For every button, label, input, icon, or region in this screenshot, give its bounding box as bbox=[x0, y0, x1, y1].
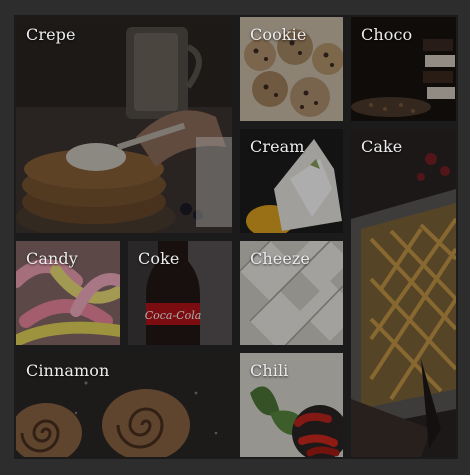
tile-overlay bbox=[351, 129, 456, 457]
tile-overlay bbox=[16, 17, 232, 233]
tile-choco[interactable]: Choco bbox=[351, 17, 456, 121]
tile-label: Chili bbox=[250, 361, 289, 380]
app-frame: Crepe Cookie Choco Cream Cake Candy Coca… bbox=[0, 0, 470, 475]
tile-label: Cream bbox=[250, 137, 305, 156]
tile-label: Cinnamon bbox=[26, 361, 110, 380]
tile-chili[interactable]: Chili bbox=[240, 353, 343, 457]
tile-cream[interactable]: Cream bbox=[240, 129, 343, 233]
tile-crepe[interactable]: Crepe bbox=[16, 17, 232, 233]
tile-label: Candy bbox=[26, 249, 78, 268]
tile-cinnamon[interactable]: Cinnamon bbox=[16, 353, 232, 457]
tile-label: Cake bbox=[361, 137, 403, 156]
tile-label: Choco bbox=[361, 25, 413, 44]
tile-cookie[interactable]: Cookie bbox=[240, 17, 343, 121]
tile-label: Coke bbox=[138, 249, 180, 268]
food-gallery-grid: Crepe Cookie Choco Cream Cake Candy Coca… bbox=[14, 15, 458, 459]
tile-candy[interactable]: Candy bbox=[16, 241, 120, 345]
tile-label: Cheeze bbox=[250, 249, 310, 268]
tile-label: Crepe bbox=[26, 25, 76, 44]
tile-cake[interactable]: Cake bbox=[351, 129, 456, 457]
tile-label: Cookie bbox=[250, 25, 307, 44]
tile-coke[interactable]: Coca-Cola Coke bbox=[128, 241, 232, 345]
tile-cheeze[interactable]: Cheeze bbox=[240, 241, 343, 345]
